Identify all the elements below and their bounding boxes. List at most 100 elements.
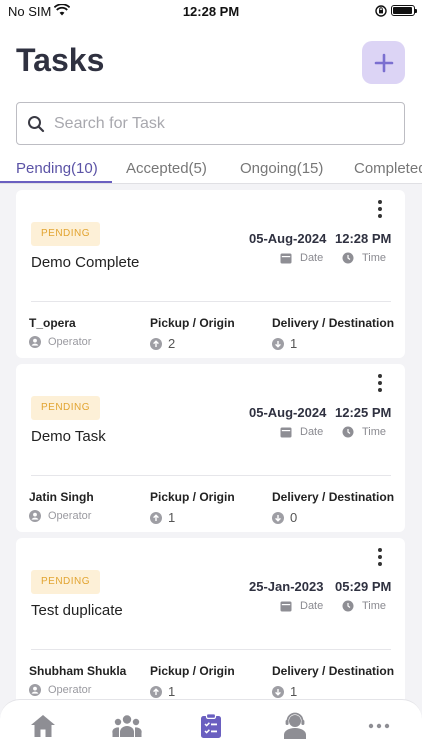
team-icon	[112, 715, 142, 737]
battery-icon	[391, 5, 417, 16]
task-title: Demo Task	[31, 428, 106, 445]
home-icon	[31, 715, 55, 737]
time-label: Time	[362, 426, 387, 438]
person-icon	[29, 684, 41, 696]
delivery-heading: Delivery / Destination	[272, 316, 395, 330]
more-options-icon[interactable]	[373, 548, 387, 566]
search-box[interactable]	[16, 102, 405, 145]
active-tab-indicator	[0, 181, 112, 183]
task-date: 25-Jan-2023	[249, 579, 324, 594]
task-title: Demo Complete	[31, 254, 140, 271]
status-badge: PENDING	[31, 570, 101, 594]
task-time: 12:25 PM	[335, 405, 392, 420]
status-bar: No SIM 12:28 PM	[0, 0, 422, 24]
task-title: Test duplicate	[31, 602, 123, 619]
status-badge: PENDING	[31, 396, 101, 420]
page-title: Tasks	[16, 42, 105, 78]
arrow-down-circle-icon	[272, 511, 284, 524]
pickup-count-wrap: 1	[150, 684, 175, 699]
nav-team[interactable]	[112, 712, 142, 740]
time-meta: Time	[342, 600, 386, 612]
task-card[interactable]: PENDING Demo Task 05-Aug-2024 12:25 PM D…	[16, 364, 405, 532]
delivery-count-wrap: 1	[272, 336, 297, 351]
nav-tasks[interactable]	[196, 712, 226, 740]
arrow-up-circle-icon	[150, 685, 162, 698]
operator-role: Operator	[29, 684, 91, 696]
plus-icon	[374, 53, 393, 72]
time-meta: Time	[342, 426, 386, 438]
task-date: 05-Aug-2024	[249, 405, 327, 420]
operator-label: Operator	[48, 510, 92, 522]
operator-name: T_opera	[29, 316, 76, 330]
tasks-icon	[201, 713, 221, 738]
header: Tasks	[0, 24, 422, 154]
time-label: Time	[362, 600, 387, 612]
operator-role: Operator	[29, 510, 91, 522]
operator-label: Operator	[48, 684, 92, 696]
date-label: Date	[300, 600, 324, 612]
pickup-heading: Pickup / Origin	[150, 664, 235, 678]
operator-name: Shubham Shukla	[29, 664, 127, 678]
task-date: 05-Aug-2024	[249, 231, 327, 246]
support-agent-icon	[284, 712, 306, 739]
calendar-icon	[280, 601, 292, 612]
task-card[interactable]: PENDING Test duplicate 25-Jan-2023 05:29…	[16, 538, 405, 706]
date-meta: Date	[280, 600, 323, 612]
pickup-count: 1	[168, 510, 176, 525]
nav-home[interactable]	[28, 712, 58, 740]
more-options-icon[interactable]	[373, 200, 387, 218]
clock-icon	[342, 600, 354, 612]
arrow-down-circle-icon	[272, 685, 284, 698]
search-icon	[28, 116, 45, 133]
tab-pending[interactable]: Pending(10)	[16, 160, 98, 177]
tab-accepted[interactable]: Accepted(5)	[126, 160, 207, 177]
pickup-count: 1	[168, 684, 176, 699]
delivery-count-wrap: 1	[272, 684, 297, 699]
tab-completed[interactable]: Completed	[354, 160, 422, 177]
calendar-icon	[280, 253, 292, 264]
date-meta: Date	[280, 426, 323, 438]
arrow-down-circle-icon	[272, 337, 284, 350]
tab-bar: Pending(10) Accepted(5) Ongoing(15) Comp…	[0, 154, 422, 184]
nav-more[interactable]	[364, 712, 394, 740]
delivery-count: 1	[290, 684, 298, 699]
divider	[31, 649, 391, 650]
tab-ongoing[interactable]: Ongoing(15)	[240, 160, 323, 177]
bottom-nav	[0, 699, 422, 750]
calendar-icon	[280, 427, 292, 438]
nav-support[interactable]	[280, 712, 310, 740]
operator-name: Jatin Singh	[29, 490, 94, 504]
date-label: Date	[300, 252, 324, 264]
time-label: Time	[362, 252, 387, 264]
rotation-lock-icon	[375, 5, 387, 17]
delivery-count-wrap: 0	[272, 510, 297, 525]
time-meta: Time	[342, 252, 386, 264]
search-input[interactable]	[54, 111, 394, 137]
divider	[31, 475, 391, 476]
task-card[interactable]: PENDING Demo Complete 05-Aug-2024 12:28 …	[16, 190, 405, 358]
add-task-button[interactable]	[362, 41, 405, 84]
delivery-heading: Delivery / Destination	[272, 490, 395, 504]
divider	[31, 301, 391, 302]
delivery-count: 0	[290, 510, 298, 525]
status-time: 12:28 PM	[182, 4, 240, 19]
pickup-heading: Pickup / Origin	[150, 490, 235, 504]
pickup-count: 2	[168, 336, 176, 351]
arrow-up-circle-icon	[150, 511, 162, 524]
operator-label: Operator	[48, 336, 92, 348]
clock-icon	[342, 252, 354, 264]
operator-role: Operator	[29, 336, 91, 348]
pickup-count-wrap: 1	[150, 510, 175, 525]
delivery-heading: Delivery / Destination	[272, 664, 395, 678]
task-time: 12:28 PM	[335, 231, 392, 246]
person-icon	[29, 336, 41, 348]
pickup-count-wrap: 2	[150, 336, 175, 351]
date-label: Date	[300, 426, 324, 438]
task-time: 05:29 PM	[335, 579, 392, 594]
delivery-count: 1	[290, 336, 298, 351]
more-icon	[368, 723, 390, 729]
arrow-up-circle-icon	[150, 337, 162, 350]
more-options-icon[interactable]	[373, 374, 387, 392]
status-badge: PENDING	[31, 222, 101, 246]
pickup-heading: Pickup / Origin	[150, 316, 235, 330]
